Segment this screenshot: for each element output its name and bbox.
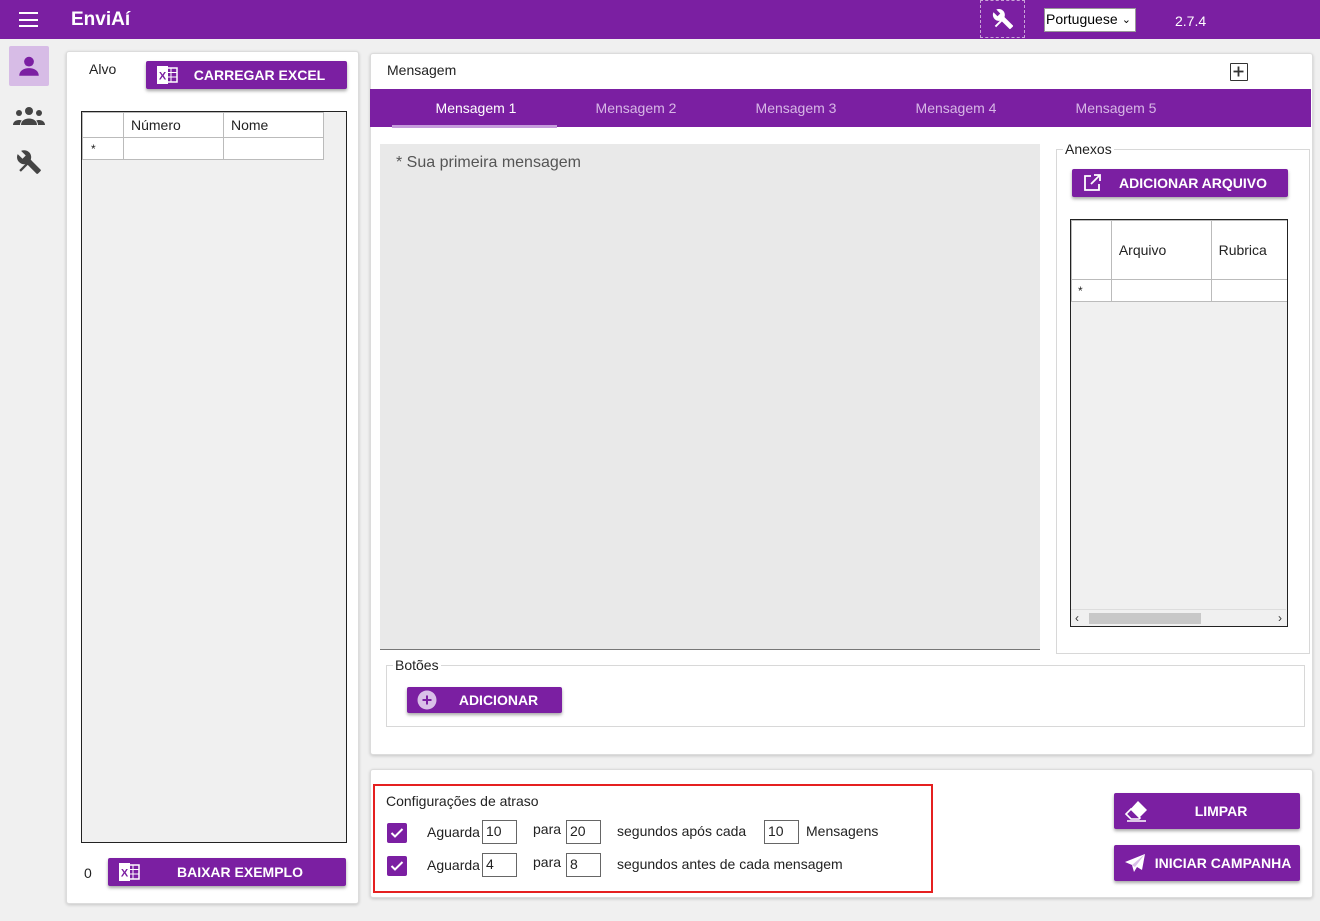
excel-icon: X [118, 863, 140, 881]
eraser-icon [1124, 800, 1148, 822]
delay-before-min-input[interactable]: 4 [482, 853, 517, 877]
grid-corner [1071, 220, 1112, 280]
load-excel-button[interactable]: X CARREGAR EXCEL [146, 61, 347, 89]
target-title: Alvo [89, 61, 117, 77]
plus-circle-icon [417, 690, 437, 710]
add-file-label: ADICIONAR ARQUIVO [1118, 175, 1268, 191]
active-tab-indicator [392, 125, 557, 128]
new-row-marker: * [1071, 279, 1112, 302]
scroll-right-icon[interactable]: › [1278, 611, 1282, 625]
nav-single-user[interactable] [9, 46, 49, 86]
add-button-button[interactable]: ADICIONAR [407, 687, 562, 713]
to-label: para [533, 821, 562, 837]
check-icon [390, 828, 404, 838]
add-file-button[interactable]: ADICIONAR ARQUIVO [1072, 169, 1288, 197]
new-row-marker: * [82, 137, 124, 160]
message-textarea[interactable]: * Sua primeira mensagem [380, 144, 1040, 650]
messages-count-input[interactable]: 10 [764, 820, 799, 844]
add-message-button[interactable] [1230, 63, 1248, 81]
send-icon [1124, 853, 1146, 873]
cell-number[interactable] [123, 137, 224, 160]
message-title: Mensagem [387, 62, 457, 78]
top-bar: EnviAí Portuguese ⌄ 2.7.4 [0, 0, 1320, 39]
cell-rubric[interactable] [1210, 279, 1287, 302]
seconds-before-label: segundos antes de cada mensagem [617, 856, 843, 872]
tab-message-5[interactable]: Mensagem 5 [1036, 89, 1196, 127]
delay-after-min-input[interactable]: 10 [482, 820, 517, 844]
tab-message-3[interactable]: Mensagem 3 [716, 89, 876, 127]
clear-button[interactable]: LIMPAR [1114, 793, 1300, 829]
person-icon [19, 56, 39, 76]
messages-label: Mensagens [806, 823, 879, 839]
svg-text:X: X [121, 868, 129, 880]
chevron-down-icon: ⌄ [1121, 14, 1131, 26]
message-tabs: Mensagem 1 Mensagem 2 Mensagem 3 Mensage… [370, 89, 1311, 127]
message-placeholder: * Sua primeira mensagem [396, 154, 581, 171]
nav-groups[interactable] [9, 96, 49, 136]
svg-text:X: X [159, 71, 167, 83]
to-label: para [533, 854, 562, 870]
scrollbar-thumb[interactable] [1089, 613, 1201, 624]
cell-name[interactable] [223, 137, 324, 160]
download-example-label: BAIXAR EXEMPLO [176, 864, 303, 880]
plus-icon [1233, 66, 1244, 77]
delay-before-checkbox[interactable] [387, 856, 407, 876]
attachments-grid[interactable]: Arquivo Rubrica * [1070, 219, 1288, 627]
scroll-left-icon[interactable]: ‹ [1075, 611, 1079, 625]
column-header-file[interactable]: Arquivo [1110, 220, 1212, 280]
target-grid[interactable]: Número Nome * [81, 111, 347, 843]
wait-label: Aguarda [427, 857, 480, 873]
tab-message-1[interactable]: Mensagem 1 [396, 89, 556, 127]
start-campaign-button[interactable]: INICIAR CAMPANHA [1114, 845, 1300, 881]
tab-message-2[interactable]: Mensagem 2 [556, 89, 716, 127]
delay-after-checkbox[interactable] [387, 823, 407, 843]
buttons-title: Botões [393, 657, 441, 673]
tab-message-4[interactable]: Mensagem 4 [876, 89, 1036, 127]
seconds-after-label: segundos após cada [617, 823, 747, 839]
cell-file[interactable] [1110, 279, 1212, 302]
delay-after-max-input[interactable]: 20 [566, 820, 601, 844]
check-icon [390, 861, 404, 871]
download-example-button[interactable]: X BAIXAR EXEMPLO [108, 858, 346, 886]
delay-settings-title: Configurações de atraso [386, 793, 539, 809]
language-value: Portuguese [1046, 11, 1118, 27]
tools-button[interactable] [980, 0, 1025, 38]
column-header-rubric[interactable]: Rubrica [1210, 220, 1287, 280]
grid-corner [82, 112, 124, 138]
tools-icon [992, 9, 1013, 30]
language-select[interactable]: Portuguese ⌄ [1044, 8, 1136, 32]
excel-icon: X [156, 66, 178, 84]
column-header-name[interactable]: Nome [223, 112, 324, 138]
app-title: EnviAí [71, 9, 131, 30]
delay-before-max-input[interactable]: 8 [566, 853, 601, 877]
column-header-number[interactable]: Número [123, 112, 224, 138]
menu-icon[interactable] [19, 12, 38, 27]
open-external-icon [1083, 174, 1101, 192]
target-count: 0 [84, 865, 92, 881]
tools-icon [17, 150, 41, 174]
attachments-title: Anexos [1063, 141, 1114, 157]
nav-tools[interactable] [9, 142, 49, 182]
group-icon [13, 107, 45, 125]
attachments-horizontal-scrollbar[interactable]: ‹ › [1071, 609, 1286, 625]
wait-label: Aguarda [427, 824, 480, 840]
version-label: 2.7.4 [1175, 13, 1207, 29]
